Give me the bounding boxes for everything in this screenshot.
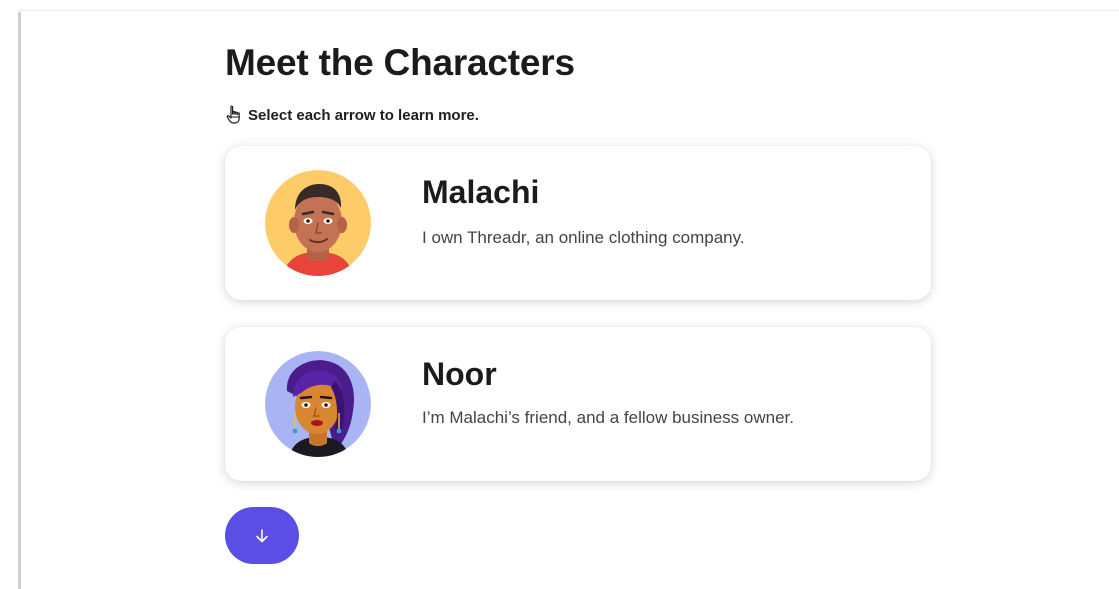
character-name: Noor [422, 356, 497, 392]
malachi-avatar-icon [265, 170, 371, 276]
pointer-hand-icon [226, 105, 240, 124]
instruction: Select each arrow to learn more. [225, 104, 931, 126]
instruction-text: Select each arrow to learn more. [248, 106, 479, 124]
top-divider [18, 10, 1119, 11]
noor-avatar-icon [265, 351, 371, 457]
continue-button[interactable] [225, 507, 299, 564]
avatar [265, 170, 371, 276]
character-card-malachi: Malachi I own Threadr, an online clothin… [225, 146, 931, 300]
character-description: I’m Malachi’s friend, and a fellow busin… [422, 408, 794, 427]
characters-section: Meet the Characters Select each arrow to… [225, 40, 931, 564]
arrow-down-icon [256, 528, 268, 542]
character-description: I own Threadr, an online clothing compan… [422, 228, 745, 247]
left-divider [18, 12, 21, 589]
lesson-frame: Meet the Characters Select each arrow to… [0, 0, 1119, 589]
avatar [265, 351, 371, 457]
page-title: Meet the Characters [225, 42, 575, 83]
character-card-noor: Noor I’m Malachi’s friend, and a fellow … [225, 327, 931, 481]
character-name: Malachi [422, 174, 540, 210]
